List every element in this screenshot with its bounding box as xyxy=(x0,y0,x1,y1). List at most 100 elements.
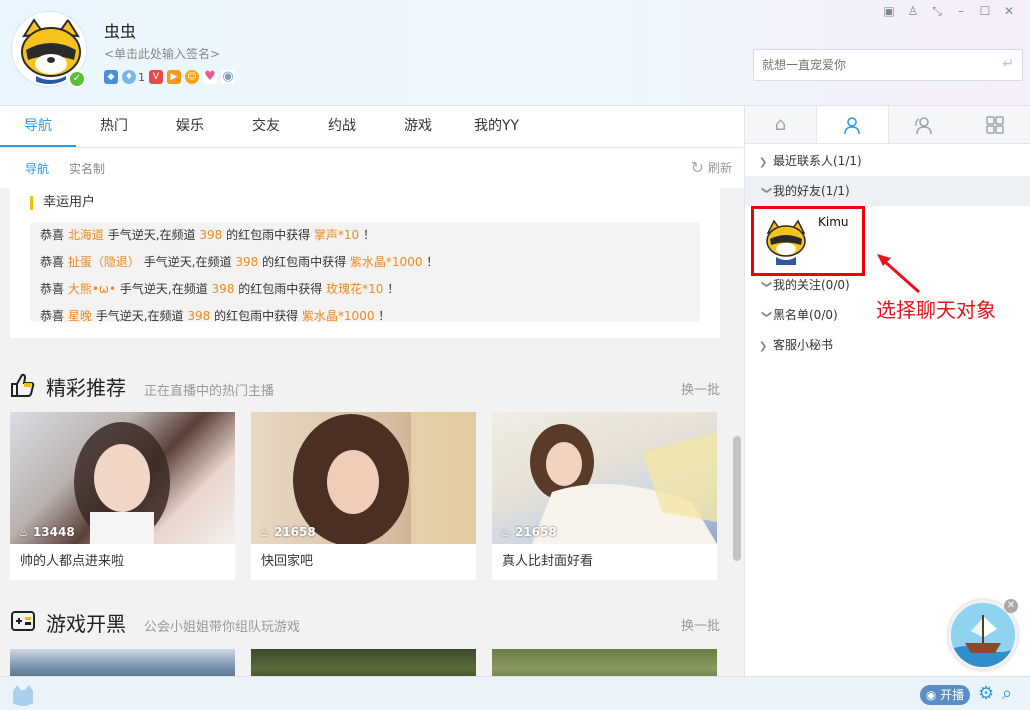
stream-title[interactable]: 帅的人都点进来啦 xyxy=(10,544,235,580)
lucky-user[interactable]: 扯蛋（隐退） xyxy=(68,255,140,269)
chevron-down-icon: ❯ xyxy=(761,310,772,319)
home-tab-icon[interactable]: ⌂ xyxy=(745,106,816,143)
minimize-icon[interactable]: – xyxy=(954,4,968,18)
maximize-icon[interactable]: ☐ xyxy=(978,4,992,18)
lucky-channel[interactable]: 398 xyxy=(212,282,235,296)
refresh-label: 刷新 xyxy=(707,161,732,175)
viewer-count: ♨ 13448 xyxy=(18,525,75,539)
games-header: 游戏开黑 公会小姐姐带你组队玩游戏 换一批 xyxy=(10,606,720,636)
game-thumbnail[interactable] xyxy=(492,649,717,676)
tab-hot[interactable]: 热门 xyxy=(76,106,152,147)
search-input[interactable] xyxy=(754,50,984,80)
recommend-cards: ♨ 13448 帅的人都点进来啦 ♨ 21658 快回家吧 ♨ 21658 真人… xyxy=(10,412,717,580)
apps-tab-icon[interactable] xyxy=(959,106,1030,143)
shrink-icon[interactable]: ⤡ xyxy=(930,4,944,18)
group-support[interactable]: ❯ 客服小秘书 xyxy=(745,330,1030,360)
refresh-button[interactable]: ↻ 刷新 xyxy=(691,158,732,177)
start-live-button[interactable]: ◉ 开播 xyxy=(920,685,970,705)
stream-thumbnail[interactable]: ♨ 21658 xyxy=(492,412,717,544)
close-icon[interactable]: ✕ xyxy=(1002,4,1016,18)
stream-title[interactable]: 快回家吧 xyxy=(251,544,476,580)
stream-title[interactable]: 真人比封面好看 xyxy=(492,544,717,580)
lucky-title: 幸运用户 xyxy=(30,196,95,210)
viewer-count: ♨ 21658 xyxy=(500,525,557,539)
stream-card[interactable]: ♨ 13448 帅的人都点进来啦 xyxy=(10,412,235,580)
signature-field[interactable]: <单击此处输入签名> xyxy=(104,45,220,62)
contacts-panel: ⌂ ❯ 最近联系人(1/1) ❯我的好友(1/1) Kimu 选择聊天对象 ❯我的… xyxy=(744,106,1030,676)
game-thumbnail[interactable] xyxy=(251,649,476,676)
thumbs-up-icon xyxy=(11,373,35,397)
games-title: 游戏开黑 xyxy=(46,612,126,636)
yy-logo-icon[interactable] xyxy=(10,683,36,707)
play-icon[interactable]: ▶ xyxy=(167,70,181,84)
main-scrollbar[interactable] xyxy=(733,436,741,561)
refresh-icon: ↻ xyxy=(690,158,704,177)
stream-card[interactable]: ♨ 21658 快回家吧 xyxy=(251,412,476,580)
heart-icon[interactable]: ♥ xyxy=(203,70,217,84)
smile-icon[interactable]: ☺ xyxy=(185,70,199,84)
lucky-users-panel: 幸运用户 恭喜 北海道 手气逆天,在频道 398 的红包雨中获得 掌声*10 ！… xyxy=(10,188,720,338)
tab-my-yy[interactable]: 我的YY xyxy=(456,106,537,147)
recommend-subtitle: 正在直播中的热门主播 xyxy=(144,384,275,399)
window-controls: ▣ ♙ ⤡ – ☐ ✕ xyxy=(882,4,1016,18)
gamepad-icon[interactable]: ◆ xyxy=(104,70,118,84)
profile-header: ✓ 虫虫 <单击此处输入签名> ◆ ♦ 1 V ▶ ☺ ♥ ◉ ▣ ♙ ⤡ – … xyxy=(0,0,1030,106)
groups-tab-icon[interactable] xyxy=(889,106,960,143)
badge-count: 1 xyxy=(138,70,145,84)
group-friends[interactable]: ❯我的好友(1/1) xyxy=(745,176,1030,206)
chevron-right-icon: ❯ xyxy=(759,157,768,168)
lucky-channel[interactable]: 398 xyxy=(235,255,258,269)
chevron-right-icon: ❯ xyxy=(759,341,768,352)
tab-games[interactable]: 游戏 xyxy=(380,106,456,147)
search-icon[interactable]: ⌕ xyxy=(1002,683,1012,704)
eye-icon[interactable]: ◉ xyxy=(221,70,235,84)
skin-icon[interactable]: ▣ xyxy=(882,4,896,18)
viewer-count: ♨ 21658 xyxy=(259,525,316,539)
lucky-user[interactable]: 大熊•ω• xyxy=(68,282,116,296)
tab-social[interactable]: 交友 xyxy=(228,106,304,147)
friend-avatar xyxy=(766,219,806,265)
recommend-refresh-link[interactable]: 换一批 xyxy=(681,379,720,398)
verified-icon: ✓ xyxy=(68,70,86,88)
chevron-down-icon: ❯ xyxy=(761,186,772,195)
friend-name: Kimu xyxy=(818,215,849,229)
enter-icon[interactable]: ↵ xyxy=(1002,56,1014,72)
lucky-channel[interactable]: 398 xyxy=(187,309,210,322)
tab-entertainment[interactable]: 娱乐 xyxy=(152,106,228,147)
tab-battle[interactable]: 约战 xyxy=(304,106,380,147)
game-thumbnail[interactable] xyxy=(10,649,235,676)
lucky-line: 恭喜 扯蛋（隐退） 手气逆天,在频道 398 的红包雨中获得 紫水晶*1000 … xyxy=(40,255,439,269)
games-subtitle: 公会小姐姐带你组队玩游戏 xyxy=(144,620,301,635)
lucky-line: 恭喜 大熊•ω• 手气逆天,在频道 398 的红包雨中获得 玫瑰花*10 ！ xyxy=(40,282,400,296)
search-box: ↵ xyxy=(753,49,1023,81)
tab-nav[interactable]: 导航 xyxy=(0,106,76,147)
group-recent[interactable]: ❯ 最近联系人(1/1) xyxy=(745,146,1030,176)
friends-tab-icon[interactable] xyxy=(815,106,889,143)
footer-bar: ◉ 开播 ⚙ ⌕ xyxy=(0,676,1030,710)
main-content: 导航 热门 娱乐 交友 约战 游戏 我的YY 导航 实名制 ↻ 刷新 幸运用户 … xyxy=(0,106,744,676)
username[interactable]: 虫虫 xyxy=(104,18,136,42)
chevron-down-icon: ❯ xyxy=(761,280,772,289)
friend-item[interactable]: Kimu xyxy=(751,206,865,276)
recommend-header: 精彩推荐 正在直播中的热门主播 换一批 xyxy=(10,370,720,400)
lucky-user[interactable]: 星晚 xyxy=(68,309,92,322)
group-blacklist[interactable]: ❯黑名单(0/0) xyxy=(745,300,1030,330)
settings-icon[interactable]: ⚙ xyxy=(978,683,994,704)
stream-thumbnail[interactable]: ♨ 13448 xyxy=(10,412,235,544)
stream-thumbnail[interactable]: ♨ 21658 xyxy=(251,412,476,544)
lucky-line: 恭喜 北海道 手气逆天,在频道 398 的红包雨中获得 掌声*10 ！ xyxy=(40,228,376,242)
shirt-icon[interactable]: ♙ xyxy=(906,4,920,18)
lucky-line: 恭喜 星晚 手气逆天,在频道 398 的红包雨中获得 紫水晶*1000 ！ xyxy=(40,309,391,322)
group-following[interactable]: ❯我的关注(0/0) xyxy=(745,270,1030,300)
game-cards xyxy=(10,649,717,676)
vip-icon[interactable]: V xyxy=(149,70,163,84)
nav-tabs: 导航 热门 娱乐 交友 约战 游戏 我的YY xyxy=(0,106,744,148)
close-widget-icon[interactable]: ✕ xyxy=(1004,599,1018,613)
subtab-realname[interactable]: 实名制 xyxy=(69,160,105,177)
lucky-channel[interactable]: 398 xyxy=(199,228,222,242)
subtab-nav[interactable]: 导航 xyxy=(25,160,49,177)
stream-card[interactable]: ♨ 21658 真人比封面好看 xyxy=(492,412,717,580)
diamond-icon[interactable]: ♦ xyxy=(122,70,136,84)
lucky-user[interactable]: 北海道 xyxy=(68,228,104,242)
games-refresh-link[interactable]: 换一批 xyxy=(681,615,720,634)
